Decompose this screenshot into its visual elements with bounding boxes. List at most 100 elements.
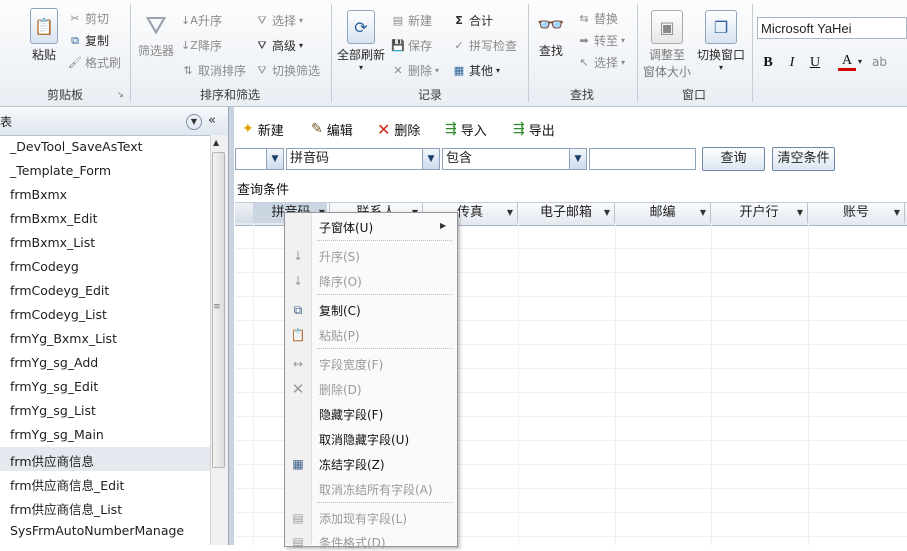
field-combo-2[interactable]: 拼音码 ▼ bbox=[286, 148, 440, 170]
ascending-label: 升序 bbox=[198, 14, 223, 28]
totals-button[interactable]: Σ 合计 bbox=[452, 12, 493, 29]
menu-item-conditional-format[interactable]: 条件格式(D) bbox=[319, 534, 386, 551]
nav-item[interactable]: _Template_Form bbox=[10, 163, 111, 178]
nav-item[interactable]: SysFrmAutoNumberManage bbox=[10, 523, 184, 538]
paste-icon: 📋 bbox=[290, 328, 306, 342]
menu-item-unhide-fields[interactable]: 取消隐藏字段(U) bbox=[319, 431, 409, 448]
nav-item[interactable]: frmBxmx bbox=[10, 187, 67, 202]
nav-item[interactable]: frmYg_sg_Main bbox=[10, 427, 104, 442]
goto-button[interactable]: ➡ 转至 ▾ bbox=[577, 32, 625, 49]
scroll-up-icon[interactable]: ▲ bbox=[213, 138, 219, 147]
advanced-label: 高级 bbox=[272, 39, 297, 53]
advanced-button[interactable]: ⛛ 高级 ▾ bbox=[255, 37, 303, 54]
clear-conditions-button[interactable]: 清空条件 bbox=[772, 147, 835, 171]
bold-button[interactable]: B bbox=[759, 54, 777, 72]
new-button[interactable]: ✦ 新建 bbox=[242, 118, 284, 140]
nav-item[interactable]: frmYg_sg_Edit bbox=[10, 379, 98, 394]
column-header[interactable]: 账号 ▼ bbox=[808, 203, 905, 223]
ascending-button[interactable]: ↓A 升序 bbox=[181, 12, 222, 29]
nav-menu-chevron-icon[interactable]: ▼ bbox=[186, 114, 202, 130]
delete-button[interactable]: ✕ 删除 bbox=[377, 118, 420, 140]
filter-value-input[interactable] bbox=[589, 148, 696, 170]
descending-button[interactable]: ↓Z 降序 bbox=[181, 37, 222, 54]
column-filter-dropdown-icon[interactable]: ▼ bbox=[894, 203, 900, 223]
size-to-fit-button[interactable]: ▣ 调整至 窗体大小 bbox=[642, 10, 692, 80]
font-color-dropdown-icon[interactable]: ▾ bbox=[858, 57, 862, 66]
chevron-down-icon[interactable]: ▼ bbox=[422, 149, 439, 169]
collapse-pane-icon[interactable]: « bbox=[208, 113, 216, 128]
menu-item-field-width[interactable]: 字段宽度(F) bbox=[319, 356, 383, 373]
column-header[interactable]: 开户行 ▼ bbox=[711, 203, 808, 223]
font-color-button[interactable]: A bbox=[838, 54, 856, 71]
operator-combo[interactable]: 包含 ▼ bbox=[442, 148, 587, 170]
font-name-combo[interactable]: Microsoft YaHei bbox=[757, 17, 907, 39]
remove-sort-button[interactable]: ⇅ 取消排序 bbox=[181, 62, 246, 79]
nav-item[interactable]: frmBxmx_List bbox=[10, 235, 95, 250]
column-filter-dropdown-icon[interactable]: ▼ bbox=[797, 203, 803, 223]
form-left-border bbox=[229, 107, 234, 545]
menu-item-delete[interactable]: 删除(D) bbox=[319, 381, 362, 398]
field-combo-1[interactable]: ▼ bbox=[235, 148, 284, 170]
copy-button[interactable]: ⧉ 复制 bbox=[68, 32, 109, 49]
nav-item[interactable]: frm供应商信息_Edit bbox=[10, 475, 124, 494]
dialog-launcher-icon[interactable]: ↘ bbox=[117, 90, 124, 99]
column-filter-dropdown-icon[interactable]: ▼ bbox=[700, 203, 706, 223]
menu-item-subform[interactable]: 子窗体(U) bbox=[319, 219, 373, 236]
menu-separator bbox=[317, 240, 452, 242]
more-button[interactable]: ▦ 其他 ▾ bbox=[452, 62, 500, 79]
underline-button[interactable]: U bbox=[806, 54, 824, 72]
menu-item-descending[interactable]: 降序(O) bbox=[319, 273, 362, 290]
nav-item[interactable]: frmYg_sg_Add bbox=[10, 355, 98, 370]
replace-button[interactable]: ⇆ 替换 bbox=[577, 10, 618, 27]
format-painter-button[interactable]: 🖌 格式刷 bbox=[68, 54, 121, 71]
find-button[interactable]: 👓 查找 bbox=[533, 10, 569, 59]
query-button[interactable]: 查询 bbox=[702, 147, 765, 171]
nav-item[interactable]: frmBxmx_Edit bbox=[10, 211, 98, 226]
menu-item-ascending[interactable]: 升序(S) bbox=[319, 248, 360, 265]
spelling-button[interactable]: ✓ 拼写检查 bbox=[452, 37, 517, 54]
save-button[interactable]: 💾 保存 bbox=[391, 37, 432, 54]
menu-item-paste[interactable]: 粘贴(P) bbox=[319, 327, 360, 344]
column-filter-dropdown-icon[interactable]: ▼ bbox=[604, 203, 610, 223]
column-filter-dropdown-icon[interactable]: ▼ bbox=[507, 203, 513, 223]
export-button[interactable]: ⇶ 导出 bbox=[513, 118, 555, 140]
new-record-button[interactable]: ▤ 新建 bbox=[391, 12, 432, 29]
paste-button[interactable]: 📋 粘贴 bbox=[24, 8, 64, 63]
export-icon: ⇶ bbox=[513, 121, 525, 137]
freeze-icon: ▦ bbox=[292, 457, 304, 471]
selection-button[interactable]: ⛛ 选择 ▾ bbox=[255, 12, 303, 29]
paste-label: 粘贴 bbox=[31, 48, 56, 62]
import-button[interactable]: ⇶ 导入 bbox=[445, 118, 487, 140]
menu-item-hide-fields[interactable]: 隐藏字段(F) bbox=[319, 406, 383, 423]
toggle-filter-button[interactable]: ⛛ 切换筛选 bbox=[255, 62, 320, 79]
chevron-down-icon[interactable]: ▼ bbox=[569, 149, 586, 169]
nav-item[interactable]: frmYg_Bxmx_List bbox=[10, 331, 117, 346]
nav-item[interactable]: frm供应商信息 bbox=[10, 451, 94, 470]
funnel-icon: ⛛ bbox=[145, 11, 167, 41]
column-header[interactable]: 邮编 ▼ bbox=[615, 203, 711, 223]
select-all-corner[interactable] bbox=[235, 203, 254, 223]
menu-item-copy[interactable]: 复制(C) bbox=[319, 302, 361, 319]
filter-button[interactable]: ⛛ 筛选器 bbox=[136, 10, 176, 59]
find-select-button[interactable]: ↖ 选择 ▾ bbox=[577, 54, 625, 71]
chevron-down-icon[interactable]: ▼ bbox=[266, 149, 283, 169]
nav-item[interactable]: _DevTool_SaveAsText bbox=[10, 139, 143, 154]
italic-button[interactable]: I bbox=[783, 54, 801, 72]
switch-window-button[interactable]: ❐ 切换窗口 ▾ bbox=[695, 10, 747, 72]
delete-record-button[interactable]: ✕ 删除 ▾ bbox=[391, 62, 439, 79]
delete-record-label: 删除 bbox=[408, 64, 433, 78]
nav-item[interactable]: frmYg_sg_List bbox=[10, 403, 96, 418]
highlight-icon[interactable]: ab bbox=[872, 55, 887, 69]
sort-descending-icon: ↓ bbox=[292, 274, 304, 288]
refresh-all-button[interactable]: ⟳ 全部刷新 ▾ bbox=[336, 10, 386, 72]
nav-item[interactable]: frmCodeyg_List bbox=[10, 307, 107, 322]
edit-button[interactable]: ✎ 编辑 bbox=[311, 118, 353, 140]
column-header[interactable]: 电子邮箱 ▼ bbox=[518, 203, 615, 223]
nav-item[interactable]: frmCodeyg_Edit bbox=[10, 283, 109, 298]
menu-item-freeze-fields[interactable]: 冻结字段(Z) bbox=[319, 456, 385, 473]
nav-item[interactable]: frm供应商信息_List bbox=[10, 499, 122, 518]
nav-item[interactable]: frmCodeyg bbox=[10, 259, 79, 274]
cut-button[interactable]: ✂ 剪切 bbox=[68, 10, 109, 27]
menu-item-unfreeze-all[interactable]: 取消冻结所有字段(A) bbox=[319, 481, 433, 498]
menu-item-add-existing-fields[interactable]: 添加现有字段(L) bbox=[319, 510, 407, 527]
